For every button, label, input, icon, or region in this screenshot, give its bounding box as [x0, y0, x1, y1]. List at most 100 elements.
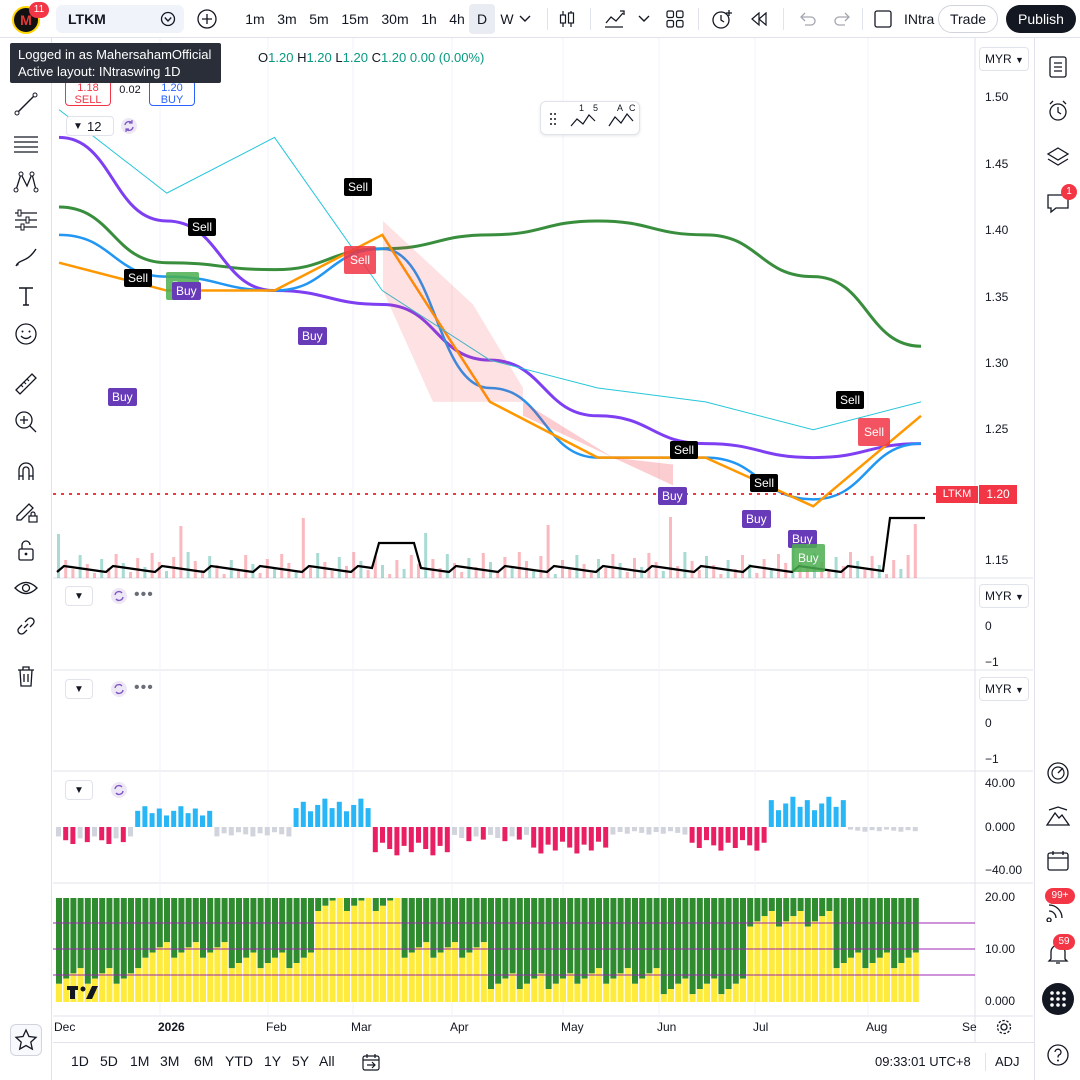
histogram-bar — [524, 827, 529, 835]
volume-bar — [913, 524, 917, 578]
buy-label: BUY — [160, 94, 184, 106]
currency-selector[interactable]: MYR ▼ — [979, 584, 1029, 608]
pane-4-collapse-button[interactable]: ▼ — [65, 780, 93, 800]
sync-icon[interactable] — [110, 781, 128, 799]
more-options-icon[interactable]: ••• — [134, 680, 154, 696]
link-icon[interactable] — [12, 612, 40, 640]
indicators-icon[interactable] — [602, 8, 626, 30]
ruler-icon[interactable] — [12, 370, 40, 398]
layout-name[interactable]: INtra — [904, 4, 940, 34]
buy-signal-label[interactable]: Buy — [658, 487, 687, 505]
sell-signal-label[interactable]: Sell — [836, 391, 865, 409]
tradingview-logo-icon[interactable] — [66, 984, 100, 1000]
clock[interactable]: 09:33:01 UTC+8 — [875, 1054, 971, 1069]
timeframe-5m[interactable]: 5m — [304, 4, 334, 34]
redo-icon[interactable] — [832, 8, 854, 30]
axis-settings-gear-icon[interactable] — [995, 1018, 1013, 1036]
unlock-icon[interactable] — [12, 536, 40, 564]
sell-signal-label[interactable]: Sell — [344, 178, 373, 196]
help-icon[interactable] — [1045, 1042, 1071, 1068]
buy-signal-label[interactable]: Buy — [108, 388, 137, 406]
favorites-button[interactable] — [10, 1024, 42, 1056]
currency-selector[interactable]: MYR ▼ — [979, 677, 1029, 701]
mountain-icon[interactable] — [1045, 804, 1071, 830]
undo-icon[interactable] — [796, 8, 818, 30]
horizontal-lines-icon[interactable] — [12, 130, 40, 158]
currency-selector[interactable]: MYR ▼ — [979, 47, 1029, 71]
trade-button[interactable]: Trade — [938, 5, 998, 33]
compare-symbol-icon[interactable] — [160, 11, 176, 27]
pane-3-collapse-button[interactable]: ▼ — [65, 679, 93, 699]
sell-button[interactable]: 1.18 SELL — [65, 80, 111, 106]
buy-signal-label[interactable]: Buy — [298, 327, 327, 345]
add-symbol-icon[interactable] — [196, 8, 218, 30]
range-all[interactable]: All — [319, 1053, 335, 1069]
symbol-search[interactable]: LTKM — [56, 5, 184, 33]
range-ytd[interactable]: YTD — [225, 1053, 253, 1069]
lock-drawing-pencil-icon[interactable] — [12, 498, 40, 526]
timeframe-dropdown-icon[interactable] — [517, 12, 533, 26]
buy-signal-label[interactable]: Buy — [792, 544, 825, 572]
timeframe-1m[interactable]: 1m — [240, 4, 270, 34]
range-5y[interactable]: 5Y — [292, 1053, 309, 1069]
fullscreen-square-icon[interactable] — [872, 8, 894, 30]
sync-icon[interactable] — [110, 680, 128, 698]
timeframe-4h[interactable]: 4h — [444, 4, 470, 34]
goto-date-calendar-icon[interactable] — [361, 1052, 381, 1072]
indicators-dropdown-icon[interactable] — [636, 12, 652, 26]
pattern-widget[interactable]: 1 5 A C — [540, 101, 640, 135]
text-tool-icon[interactable] — [12, 282, 40, 310]
chart-canvas[interactable] — [53, 38, 1033, 1042]
range-5d[interactable]: 5D — [100, 1053, 118, 1069]
trash-icon[interactable] — [12, 662, 40, 690]
sell-signal-label[interactable]: Sell — [750, 474, 779, 492]
timeframe-3m[interactable]: 3m — [272, 4, 302, 34]
sell-signal-label[interactable]: Sell — [670, 441, 699, 459]
range-1y[interactable]: 1Y — [264, 1053, 281, 1069]
eye-icon[interactable] — [12, 574, 40, 602]
range-1m[interactable]: 1M — [130, 1053, 149, 1069]
range-6m[interactable]: 6M — [194, 1053, 213, 1069]
sell-signal-label[interactable]: Sell — [344, 246, 377, 274]
range-1d[interactable]: 1D — [71, 1053, 89, 1069]
prediction-tool-icon[interactable] — [12, 206, 40, 234]
calendar-icon[interactable] — [1045, 848, 1071, 874]
timeframe-1h[interactable]: 1h — [416, 4, 442, 34]
sell-signal-label[interactable]: Sell — [188, 218, 217, 236]
indicators-collapse-button[interactable]: ▼ 12 — [66, 116, 114, 136]
layers-icon[interactable] — [1045, 144, 1071, 170]
sync-icon[interactable] — [120, 117, 138, 135]
watchlist-icon[interactable] — [1045, 54, 1071, 80]
sync-icon[interactable] — [110, 587, 128, 605]
trend-line-icon[interactable] — [12, 90, 40, 118]
timeframe-30m[interactable]: 30m — [376, 4, 414, 34]
replay-icon[interactable] — [748, 8, 770, 30]
sell-signal-label[interactable]: Sell — [858, 418, 891, 446]
sell-signal-label[interactable]: Sell — [124, 269, 153, 287]
alarm-clock-icon[interactable] — [1045, 98, 1071, 124]
emoji-icon[interactable] — [12, 320, 40, 348]
timeframe-15m[interactable]: 15m — [337, 4, 373, 34]
more-options-icon[interactable]: ••• — [134, 587, 154, 603]
buy-signal-label[interactable]: Buy — [742, 510, 771, 528]
publish-button[interactable]: Publish — [1006, 5, 1076, 33]
pane-2-collapse-button[interactable]: ▼ — [65, 586, 93, 606]
layout-grid-icon[interactable] — [664, 8, 686, 30]
area-bar-yellow — [423, 942, 430, 1002]
alert-clock-icon[interactable] — [710, 7, 734, 31]
magnet-icon[interactable] — [12, 458, 40, 486]
zoom-in-icon[interactable] — [12, 408, 40, 436]
adjust-button[interactable]: ADJ — [995, 1054, 1020, 1069]
histogram-bar — [164, 815, 169, 827]
hotlist-gauge-icon[interactable] — [1045, 760, 1071, 786]
buy-button[interactable]: 1.20 BUY — [149, 80, 195, 106]
pattern-tool-icon[interactable] — [12, 168, 40, 196]
apps-grid-icon[interactable] — [1041, 982, 1075, 1016]
sell-price: 1.18 — [77, 82, 99, 94]
candles-chart-type-icon[interactable] — [556, 8, 578, 30]
buy-signal-label[interactable]: Buy — [172, 282, 201, 300]
range-3m[interactable]: 3M — [160, 1053, 179, 1069]
area-bar-green — [264, 898, 271, 963]
timeframe-D[interactable]: D — [469, 4, 495, 34]
brush-icon[interactable] — [12, 244, 40, 272]
